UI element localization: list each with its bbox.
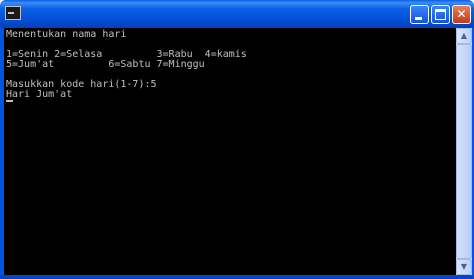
- console-window: ✕ Menentukan nama hari 1=Senin 2=Selasa …: [0, 0, 474, 279]
- scroll-up-button[interactable]: ▲: [456, 28, 472, 44]
- close-button[interactable]: ✕: [452, 5, 471, 24]
- window-bottom-border: [0, 275, 474, 279]
- title-bar[interactable]: ✕: [0, 0, 474, 28]
- maximize-icon: [435, 9, 446, 20]
- minimize-icon: [415, 17, 422, 20]
- scroll-down-button[interactable]: ▼: [456, 259, 472, 275]
- console-icon[interactable]: [5, 6, 21, 20]
- maximize-button[interactable]: [431, 5, 450, 24]
- vertical-scrollbar[interactable]: ▲ ▼: [456, 28, 472, 275]
- console-output[interactable]: Menentukan nama hari 1=Senin 2=Selasa 3=…: [4, 28, 456, 275]
- text-cursor: [6, 100, 13, 102]
- console-text: Menentukan nama hari 1=Senin 2=Selasa 3=…: [6, 29, 247, 100]
- scroll-thumb[interactable]: [456, 44, 472, 259]
- minimize-button[interactable]: [410, 5, 429, 24]
- window-title: [27, 7, 407, 21]
